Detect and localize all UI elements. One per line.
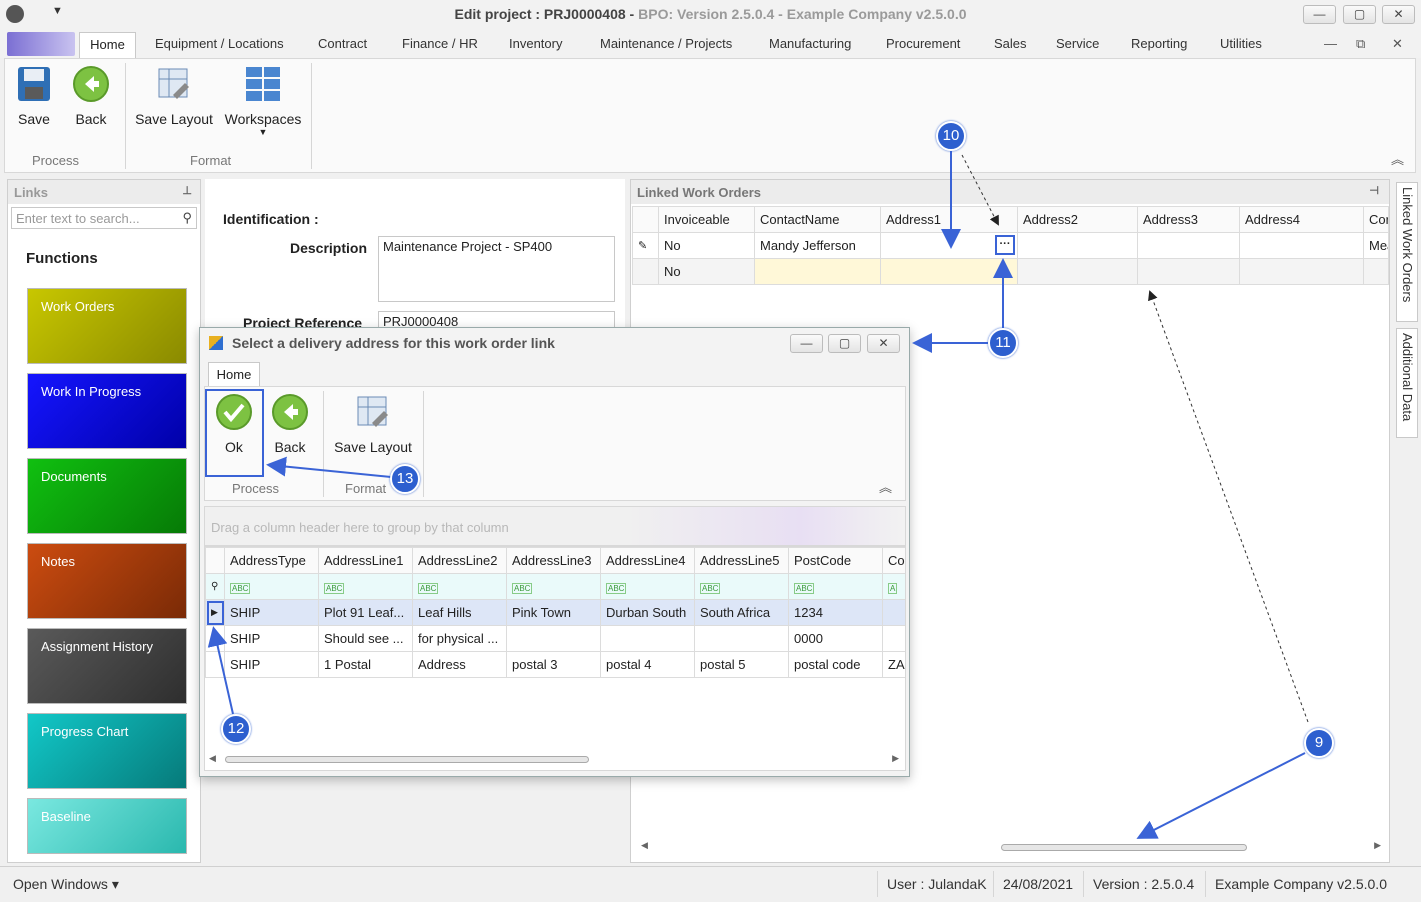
arrow-13 — [266, 456, 392, 478]
status-divider — [993, 871, 994, 897]
status-version: Version : 2.5.0.4 — [1093, 876, 1195, 892]
arrow-12 — [207, 626, 234, 715]
callout-10: 10 — [936, 121, 966, 151]
callout-12: 12 — [221, 714, 251, 744]
status-user: User : JulandaK — [887, 876, 987, 892]
status-bar: Open Windows ▾ User : JulandaK 24/08/202… — [0, 866, 1421, 902]
callout-11: 11 — [988, 328, 1018, 358]
status-company: Example Company v2.5.0.0 — [1215, 876, 1387, 892]
status-divider — [1205, 871, 1206, 897]
annotation-arrows — [207, 150, 1309, 839]
status-divider — [877, 871, 878, 897]
callout-13: 13 — [390, 464, 420, 494]
arrow-9 — [1136, 752, 1306, 839]
status-date: 24/08/2021 — [1003, 876, 1074, 892]
open-windows-button[interactable]: Open Windows ▾ — [13, 876, 119, 893]
status-divider — [1083, 871, 1084, 897]
dotted-arrow-10 — [961, 154, 999, 226]
callout-9: 9 — [1304, 728, 1334, 758]
dotted-arrow-9 — [1148, 290, 1309, 723]
